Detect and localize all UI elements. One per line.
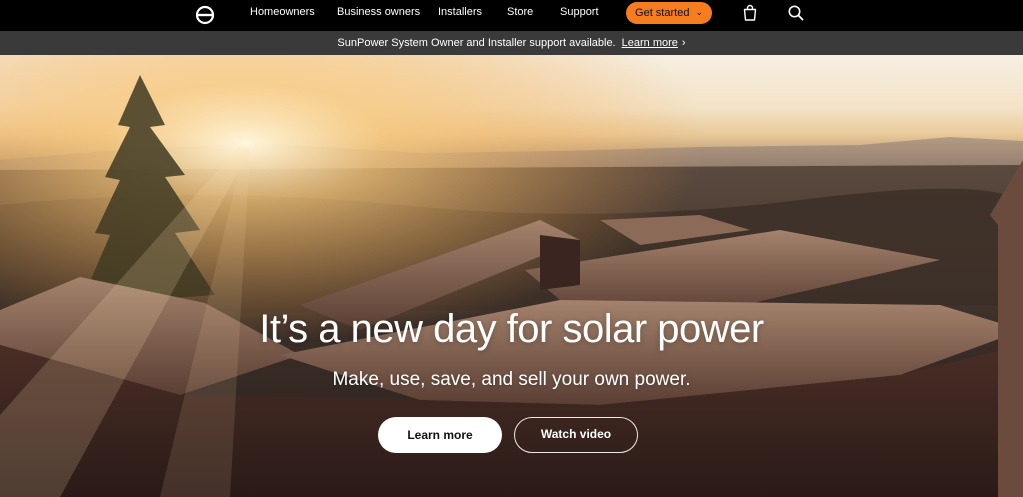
chevron-right-icon: › [681, 37, 686, 49]
nav-support[interactable]: Support [560, 6, 599, 18]
announcement-message: SunPower System Owner and Installer supp… [337, 37, 616, 49]
get-started-button[interactable]: Get started ⌄ [626, 2, 712, 24]
top-nav: Homeowners Business owners Installers St… [0, 0, 1023, 31]
learn-more-button[interactable]: Learn more [378, 417, 502, 453]
nav-business-owners[interactable]: Business owners [337, 6, 420, 18]
hero-section: It’s a new day for solar power Make, use… [0, 55, 1023, 497]
nav-store[interactable]: Store [507, 6, 533, 18]
hero-background-image [0, 55, 1023, 497]
chevron-down-icon: ⌄ [695, 7, 703, 17]
nav-installers[interactable]: Installers [438, 6, 482, 18]
sunpower-logo-icon[interactable] [193, 3, 217, 27]
hero-title: It’s a new day for solar power [259, 307, 764, 351]
get-started-label: Get started [635, 7, 690, 19]
announcement-learn-more-link[interactable]: Learn more [622, 37, 678, 49]
hero-subtitle: Make, use, save, and sell your own power… [332, 369, 691, 390]
search-icon[interactable] [787, 4, 805, 22]
shopping-bag-icon[interactable] [741, 4, 759, 22]
watch-video-button[interactable]: Watch video [514, 417, 638, 453]
nav-homeowners[interactable]: Homeowners [250, 6, 315, 18]
announcement-bar: SunPower System Owner and Installer supp… [0, 31, 1023, 55]
